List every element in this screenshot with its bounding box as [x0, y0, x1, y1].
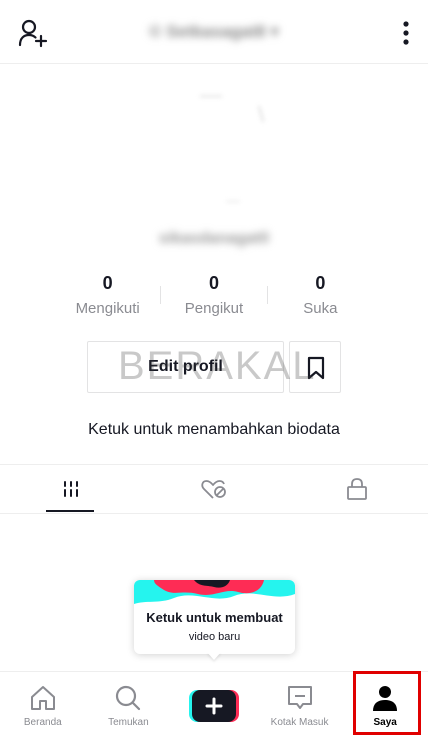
tab-videos[interactable] [0, 465, 143, 513]
nav-label: Saya [373, 717, 397, 728]
search-icon [116, 685, 141, 711]
nav-label: Beranda [23, 717, 62, 728]
nav-profile[interactable]: Saya [342, 672, 428, 740]
plus-icon [188, 690, 239, 722]
stat-likes[interactable]: 0 Suka [268, 270, 373, 322]
tooltip-subtitle: video baru [188, 631, 241, 643]
bookmark-icon [307, 356, 325, 380]
nav-inbox[interactable]: Kotak Masuk [257, 672, 343, 740]
stat-label: Pengikut [184, 300, 244, 317]
top-bar: © Setkasagat8 ▾ [0, 0, 428, 64]
profile-icon [373, 686, 398, 711]
bottom-navigation: Beranda Temukan Kotak Masuk Saya [0, 671, 428, 740]
stat-label: Suka [303, 300, 338, 317]
stat-followers[interactable]: 0 Pengikut [161, 270, 266, 322]
bio-prompt[interactable]: Ketuk untuk menambahkan biodata [0, 421, 428, 439]
inbox-icon [287, 686, 312, 709]
stat-value: 0 [102, 273, 113, 293]
tab-liked[interactable] [143, 465, 286, 513]
lock-icon [346, 478, 367, 500]
nav-label: Kotak Masuk [270, 717, 329, 728]
home-icon [30, 686, 55, 710]
avatar-blur-mark: — [200, 82, 222, 107]
bookmark-button[interactable] [289, 341, 341, 393]
profile-handle: sikasdanagat0 [158, 230, 270, 247]
nav-label: Temukan [108, 717, 149, 728]
avatar[interactable]: — \ — [164, 78, 265, 208]
profile-stats: 0 Mengikuti 0 Pengikut 0 Suka [55, 270, 373, 322]
account-switcher[interactable]: © Setkasagat8 ▾ [0, 22, 428, 42]
create-video-tooltip[interactable]: Ketuk untuk membuat video baru [134, 580, 295, 654]
tooltip-title: Ketuk untuk membuat [146, 610, 283, 625]
stat-value: 0 [315, 273, 326, 293]
grid-icon [64, 481, 79, 497]
content-tabs [0, 464, 428, 514]
tab-private[interactable] [285, 465, 428, 513]
stat-value: 0 [208, 273, 219, 293]
nav-home[interactable]: Beranda [0, 672, 86, 740]
tooltip-arrow [207, 652, 221, 660]
stat-label: Mengikuti [75, 300, 140, 317]
edit-profile-button[interactable]: Edit profil [87, 341, 284, 393]
avatar-blur-mark: \ [258, 102, 265, 127]
nav-discover[interactable]: Temukan [86, 672, 172, 740]
stat-following[interactable]: 0 Mengikuti [55, 270, 160, 322]
more-options-icon[interactable] [400, 20, 412, 46]
liked-hidden-icon [201, 480, 226, 499]
nav-create[interactable] [171, 672, 257, 740]
avatar-blur-mark: — [226, 192, 240, 208]
